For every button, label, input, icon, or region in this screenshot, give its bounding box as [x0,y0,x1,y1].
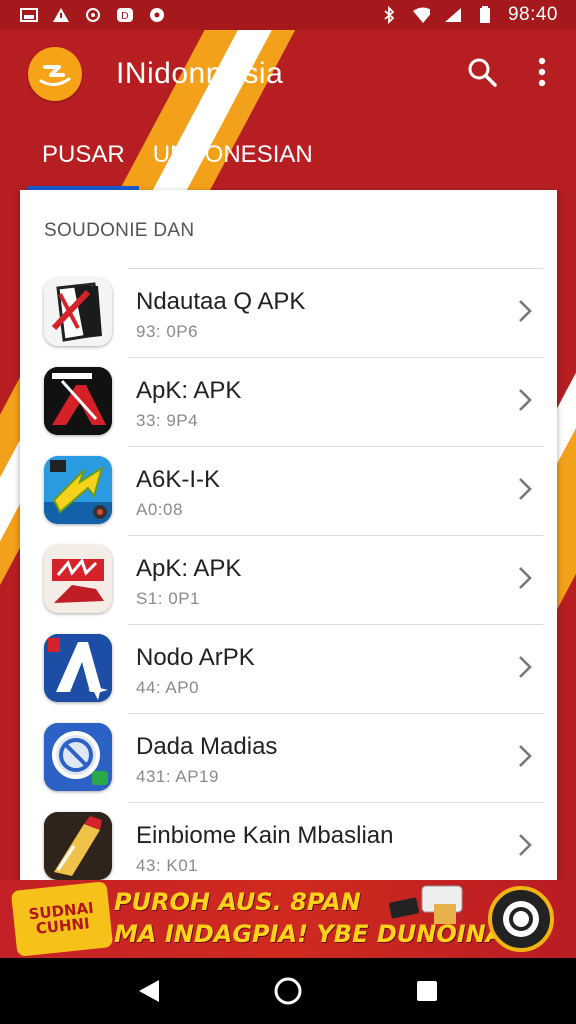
blue-a-app-icon [44,634,112,702]
more-vert-icon[interactable] [538,57,546,92]
app-subtitle: S1: 0P1 [136,589,200,608]
chevron-right-icon [519,567,532,589]
app-name: ApK: APK [136,555,242,582]
app-list-card: SOUDONIE DAN Ndautaa Q APK 93: 0P6 ApK: … [20,190,557,880]
app-logo-icon[interactable] [28,47,82,101]
list-item[interactable]: Dada Madias 431: AP19 [20,713,557,802]
banner-headline: PUROH AUS. 8PAN [114,888,361,916]
app-subtitle: A0:08 [136,500,183,519]
tab-bar: PUSAR UNDONESIAN [0,120,576,190]
status-bar: D 98:40 [0,0,576,30]
list-item[interactable]: ApK: APK S1: 0P1 [20,535,557,624]
tab-label: PUSAR [42,141,125,168]
chevron-right-icon [519,834,532,856]
tab-pusar[interactable]: PUSAR [28,120,139,190]
settings-icon [84,7,102,23]
app-subtitle: 44: AP0 [136,678,200,697]
brush-app-icon [44,812,112,880]
chevron-right-icon [519,478,532,500]
divider [128,802,543,803]
app-list: Ndautaa Q APK 93: 0P6 ApK: APK 33: 9P4 A… [20,268,557,880]
divider [128,624,543,625]
divider [128,535,543,536]
document-app-icon [44,278,112,346]
red-a-app-icon [44,367,112,435]
divider [128,713,543,714]
app-name: Einbiome Kain Mbaslian [136,822,394,849]
arrow-app-icon [44,456,112,524]
chevron-right-icon [519,300,532,322]
svg-text:D: D [121,11,129,22]
tab-undonesian[interactable]: UNDONESIAN [139,120,327,190]
app-subtitle: 43: K01 [136,856,199,875]
list-item[interactable]: Einbiome Kain Mbaslian 43: K01 [20,802,557,880]
record-icon [148,7,166,23]
app-name: ApK: APK [136,377,242,404]
app-bar: INidonnAsia [0,30,576,118]
back-icon[interactable] [129,971,169,1011]
divider [128,357,543,358]
blue-ring-app-icon [44,723,112,791]
signal-icon [444,7,462,23]
app-subtitle: 431: AP19 [136,767,219,786]
app-subtitle: 33: 9P4 [136,411,199,430]
device-image-icon [389,885,463,924]
warning-icon [52,7,70,23]
chevron-right-icon [519,656,532,678]
red-bolt-app-icon [44,545,112,613]
battery-icon [476,6,494,23]
status-time: 98:40 [507,4,558,25]
navigation-bar [0,958,576,1024]
app-subtitle: 93: 0P6 [136,322,199,341]
wifi-icon [412,7,430,23]
gallery-icon [20,7,38,23]
seal-badge-icon [488,886,554,952]
search-icon[interactable] [466,56,498,93]
list-item[interactable]: Nodo ArPK 44: AP0 [20,624,557,713]
tab-label: UNDONESIAN [152,141,313,168]
list-item[interactable]: A6K-I-K A0:08 [20,446,557,535]
divider [128,446,543,447]
bluetooth-icon [380,6,398,24]
home-icon[interactable] [268,971,308,1011]
recents-icon[interactable] [407,971,447,1011]
app-name: Nodo ArPK [136,644,255,671]
chevron-right-icon [519,745,532,767]
app-name: A6K-I-K [136,466,221,493]
app-name: Dada Madias [136,733,278,760]
list-item[interactable]: ApK: APK 33: 9P4 [20,357,557,446]
chevron-right-icon [519,389,532,411]
divider [128,268,543,269]
ad-banner[interactable]: SUDNAI CUHNI PUROH AUS. 8PAN MA INDAGPIA… [0,880,576,958]
app-name: Ndautaa Q APK [136,288,306,315]
app-title: INidonnAsia [116,57,284,90]
list-item[interactable]: Ndautaa Q APK 93: 0P6 [20,268,557,357]
banner-badge: SUDNAI CUHNI [10,881,114,957]
app-icon: D [116,7,134,23]
section-title: SOUDONIE DAN [44,220,195,241]
